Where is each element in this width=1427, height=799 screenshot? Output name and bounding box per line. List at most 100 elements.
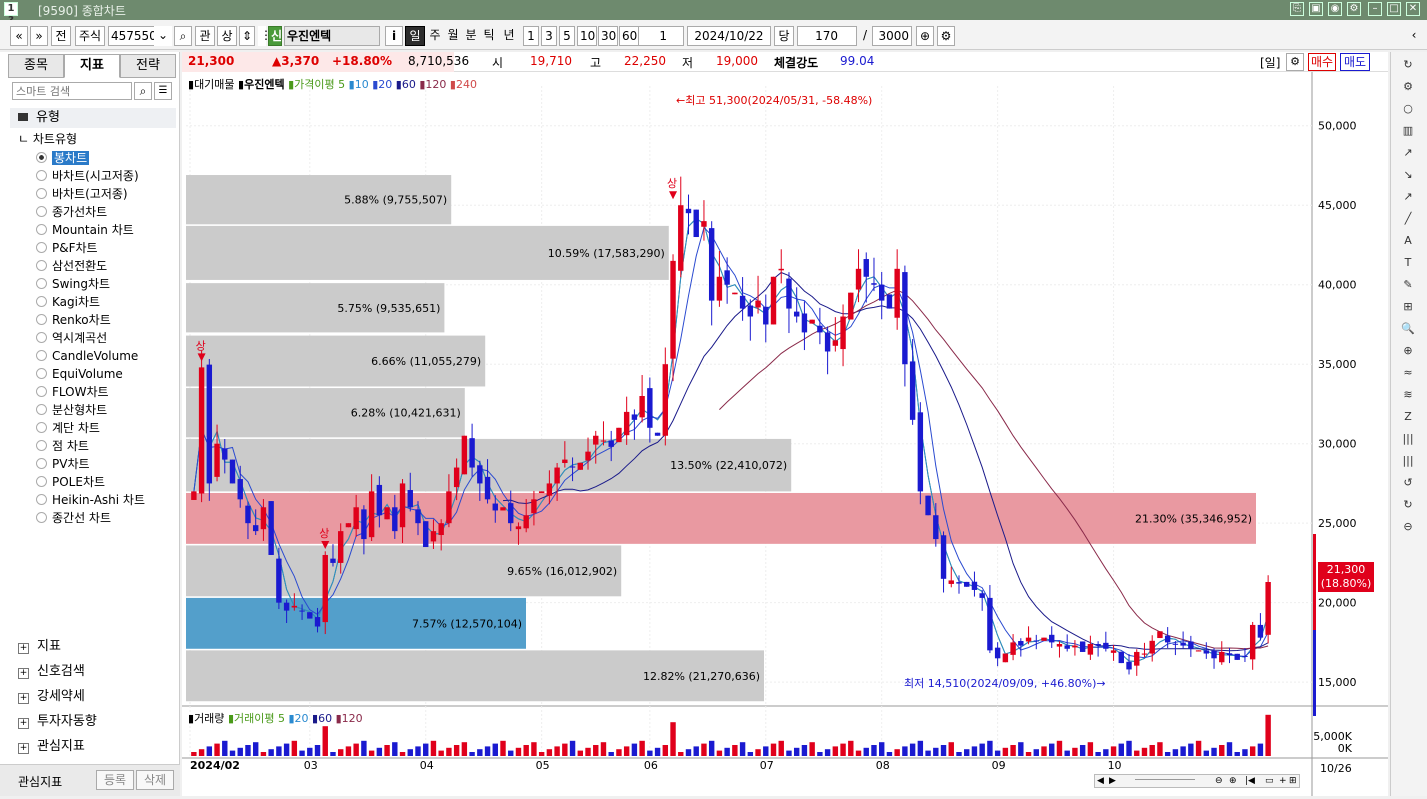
- min-5-button[interactable]: 5: [559, 26, 575, 46]
- add-icon[interactable]: +: [1279, 775, 1287, 787]
- radio-button[interactable]: [36, 494, 47, 505]
- zoom-out-icon[interactable]: ⊖: [1215, 775, 1223, 787]
- chart-type-item[interactable]: Kagi차트: [36, 294, 100, 311]
- stock-name-field[interactable]: 우진엔텍: [284, 26, 380, 46]
- buy-button[interactable]: 매수: [1308, 53, 1336, 71]
- expand-icon[interactable]: +: [18, 668, 29, 679]
- period-tick-tab[interactable]: 틱: [480, 26, 498, 46]
- bars-icon[interactable]: |||: [1397, 452, 1419, 470]
- scroll-bar[interactable]: ◀ ▶ ⊖ ⊕ |◀ ▭ + ⊞: [1094, 774, 1300, 788]
- period-day-tab[interactable]: 일: [405, 26, 425, 46]
- search-icon[interactable]: ⌕: [174, 26, 192, 46]
- redo-icon[interactable]: ↻: [1397, 496, 1419, 514]
- chart-type-item[interactable]: 삼선전환도: [36, 258, 107, 275]
- period-minute-tab[interactable]: 분: [462, 26, 480, 46]
- period-year-tab[interactable]: 년: [499, 26, 519, 46]
- period-week-tab[interactable]: 주: [426, 26, 444, 46]
- radio-button[interactable]: [36, 404, 47, 415]
- expand-icon[interactable]: +: [18, 743, 29, 754]
- undo-icon[interactable]: ↺: [1397, 474, 1419, 492]
- scroll-home-icon[interactable]: |◀: [1245, 775, 1255, 787]
- chart-type-item[interactable]: Swing차트: [36, 276, 110, 293]
- draw-icon[interactable]: ✎: [1397, 276, 1419, 294]
- period-month-tab[interactable]: 월: [444, 26, 462, 46]
- candlestick-chart[interactable]: 50,000 45,000 40,000 35,000 30,000 25,000 20,0…: [182, 72, 1388, 796]
- radio-button[interactable]: [36, 188, 47, 199]
- close-icon[interactable]: ✕: [1406, 2, 1420, 16]
- chart-type-item[interactable]: EquiVolume: [36, 366, 123, 383]
- camera-icon[interactable]: ◉: [1328, 2, 1342, 16]
- tab-indicators[interactable]: 지표: [64, 54, 120, 78]
- indicator-group[interactable]: + 관심지표: [18, 737, 85, 757]
- chart-type-item[interactable]: 봉차트: [36, 150, 90, 167]
- line-tool-icon[interactable]: ╱: [1397, 210, 1419, 228]
- chart-type-item[interactable]: 종가선차트: [36, 204, 107, 221]
- market-select[interactable]: 주식: [75, 26, 105, 46]
- radio-button[interactable]: [36, 458, 47, 469]
- date-input[interactable]: 2024/10/22: [687, 26, 771, 46]
- radio-button[interactable]: [36, 422, 47, 433]
- dang-button[interactable]: 당: [774, 26, 794, 46]
- minimize-icon[interactable]: –: [1368, 2, 1382, 16]
- chart-type-item[interactable]: CandleVolume: [36, 348, 138, 365]
- zoom-in-icon[interactable]: ⊕: [1229, 775, 1237, 787]
- register-button[interactable]: 등록: [96, 770, 134, 790]
- wave-icon[interactable]: ≈: [1397, 364, 1419, 382]
- gwan-button[interactable]: 관: [195, 26, 215, 46]
- min-1-button[interactable]: 1: [523, 26, 539, 46]
- chart-type-item[interactable]: 분산형차트: [36, 402, 107, 419]
- chart-type-item[interactable]: FLOW차트: [36, 384, 109, 401]
- radio-button[interactable]: [36, 206, 47, 217]
- chart-type-item[interactable]: Heikin-Ashi 차트: [36, 492, 145, 509]
- chart-type-item[interactable]: PV차트: [36, 456, 90, 473]
- expand-icon[interactable]: +: [18, 718, 29, 729]
- jeon-button[interactable]: 전: [51, 26, 71, 46]
- text-icon[interactable]: T: [1397, 254, 1419, 272]
- chart-type-item[interactable]: 종간선 차트: [36, 510, 111, 527]
- settings-icon[interactable]: ⚙: [1347, 2, 1361, 16]
- chart-type-item[interactable]: 점 차트: [36, 438, 89, 455]
- search-icon[interactable]: ⌕: [134, 82, 152, 100]
- grid-icon[interactable]: ⊞: [1289, 775, 1297, 787]
- info-button[interactable]: i: [385, 26, 403, 46]
- chart-type-item[interactable]: 바차트(고저종): [36, 186, 128, 203]
- scroll-thumb[interactable]: [1135, 779, 1195, 780]
- chart-type-item[interactable]: 계단 차트: [36, 420, 100, 437]
- collapse-icon[interactable]: ‹: [1406, 26, 1422, 46]
- chart-type-item[interactable]: 바차트(시고저종): [36, 168, 139, 185]
- radio-button[interactable]: [36, 368, 47, 379]
- type-group-header[interactable]: 유형: [10, 108, 176, 128]
- radio-button[interactable]: [36, 152, 47, 163]
- min-30-button[interactable]: 30: [598, 26, 618, 46]
- gear-icon[interactable]: ⚙: [1286, 53, 1304, 71]
- prev-stock-button[interactable]: «: [10, 26, 28, 46]
- next-stock-button[interactable]: »: [30, 26, 48, 46]
- radio-button[interactable]: [36, 278, 47, 289]
- chart-area[interactable]: 50,000 45,000 40,000 35,000 30,000 25,000 20,0…: [182, 72, 1388, 796]
- tab-stocks[interactable]: 종목: [8, 54, 64, 78]
- list-icon[interactable]: ☰: [154, 82, 172, 100]
- radio-button[interactable]: [36, 476, 47, 487]
- fit-icon[interactable]: ▭: [1265, 775, 1274, 787]
- circle-icon[interactable]: ○: [1397, 100, 1419, 118]
- scroll-left-icon[interactable]: ◀: [1097, 775, 1104, 787]
- chart-type-header[interactable]: ㄴ 차트유형: [18, 130, 77, 147]
- screen-icon[interactable]: ▣: [1309, 2, 1323, 16]
- indicator-group[interactable]: + 강세약세: [18, 687, 85, 707]
- fibo-icon[interactable]: ≋: [1397, 386, 1419, 404]
- scroll-right-icon[interactable]: ▶: [1109, 775, 1116, 787]
- sang-button[interactable]: 상: [217, 26, 237, 46]
- refresh-icon[interactable]: ↻: [1397, 56, 1419, 74]
- unit-select[interactable]: 1: [638, 26, 684, 46]
- radio-button[interactable]: [36, 386, 47, 397]
- chevron-down-icon[interactable]: ⌄: [154, 26, 172, 46]
- min-10-button[interactable]: 10: [577, 26, 597, 46]
- trend-down-icon[interactable]: ↘: [1397, 166, 1419, 184]
- count-input[interactable]: 170: [797, 26, 857, 46]
- radio-button[interactable]: [36, 332, 47, 343]
- grid-icon[interactable]: ⊞: [1397, 298, 1419, 316]
- gear-icon[interactable]: ⚙: [937, 26, 955, 46]
- smart-search-input[interactable]: [12, 82, 132, 100]
- zoom-icon[interactable]: ⊕: [916, 26, 934, 46]
- min-60-button[interactable]: 60: [619, 26, 639, 46]
